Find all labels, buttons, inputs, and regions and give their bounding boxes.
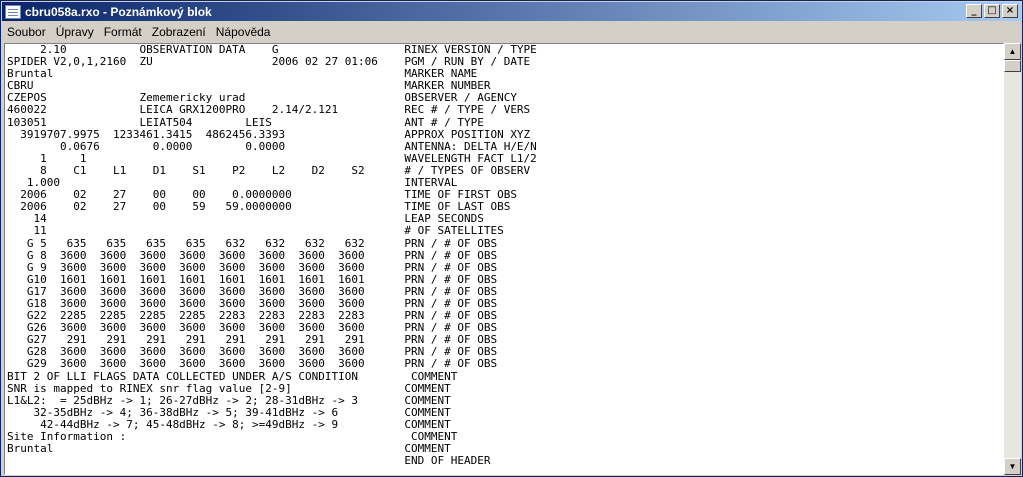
menu-napoveda[interactable]: Nápověda bbox=[211, 25, 276, 39]
close-button[interactable]: × bbox=[1002, 4, 1018, 18]
menu-bar: Soubor Úpravy Formát Zobrazení Nápověda bbox=[2, 22, 1021, 41]
editor-line[interactable]: L1&L2: = 25dBHz -> 1; 26-27dBHz -> 2; 28… bbox=[7, 394, 1003, 407]
scroll-down-button[interactable]: ▼ bbox=[1004, 458, 1021, 475]
editor-line[interactable]: 11 # OF SATELLITES bbox=[7, 225, 1003, 237]
editor-line[interactable]: SNR is mapped to RINEX snr flag value [2… bbox=[7, 382, 1003, 395]
menu-upravy[interactable]: Úpravy bbox=[51, 25, 99, 39]
scroll-up-button[interactable]: ▲ bbox=[1004, 43, 1021, 60]
notepad-window: cbru058a.rxo - Poznámkový blok _ □ × Sou… bbox=[0, 0, 1023, 477]
menu-zobrazeni[interactable]: Zobrazení bbox=[147, 25, 211, 39]
editor-line[interactable]: G 8 3600 3600 3600 3600 3600 3600 3600 3… bbox=[7, 249, 1003, 262]
editor-text[interactable]: 2.10 OBSERVATION DATA G RINEX VERSION / … bbox=[5, 44, 1003, 467]
editor-line[interactable]: BIT 2 OF LLI FLAGS DATA COLLECTED UNDER … bbox=[7, 370, 1003, 383]
notepad-app-icon[interactable] bbox=[5, 4, 21, 19]
editor-line[interactable]: END OF HEADER bbox=[7, 455, 1003, 467]
window-controls: _ □ × bbox=[964, 4, 1018, 18]
maximize-button[interactable]: □ bbox=[984, 4, 1000, 18]
scroll-thumb[interactable] bbox=[1004, 60, 1021, 72]
title-bar[interactable]: cbru058a.rxo - Poznámkový blok _ □ × bbox=[2, 2, 1021, 21]
editor-line[interactable]: G 9 3600 3600 3600 3600 3600 3600 3600 3… bbox=[7, 261, 1003, 274]
editor-line[interactable]: 103051 LEIAT504 LEIS ANT # / TYPE bbox=[7, 116, 1003, 129]
minimize-button[interactable]: _ bbox=[966, 4, 982, 18]
text-editor-area[interactable]: 2.10 OBSERVATION DATA G RINEX VERSION / … bbox=[4, 43, 1004, 475]
vertical-scrollbar[interactable]: ▲ ▼ bbox=[1004, 43, 1021, 475]
editor-line[interactable]: 3919707.9975 1233461.3415 4862456.3393 A… bbox=[7, 128, 1003, 141]
window-title: cbru058a.rxo - Poznámkový blok bbox=[25, 4, 212, 19]
menu-soubor[interactable]: Soubor bbox=[2, 25, 51, 39]
editor-line[interactable]: G29 3600 3600 3600 3600 3600 3600 3600 3… bbox=[7, 358, 1003, 370]
editor-line[interactable]: G 5 635 635 635 635 632 632 632 632 PRN … bbox=[7, 237, 1003, 250]
menu-format[interactable]: Formát bbox=[99, 25, 147, 39]
editor-line[interactable]: 460022 LEICA GRX1200PRO 2.14/2.121 REC #… bbox=[7, 104, 1003, 116]
